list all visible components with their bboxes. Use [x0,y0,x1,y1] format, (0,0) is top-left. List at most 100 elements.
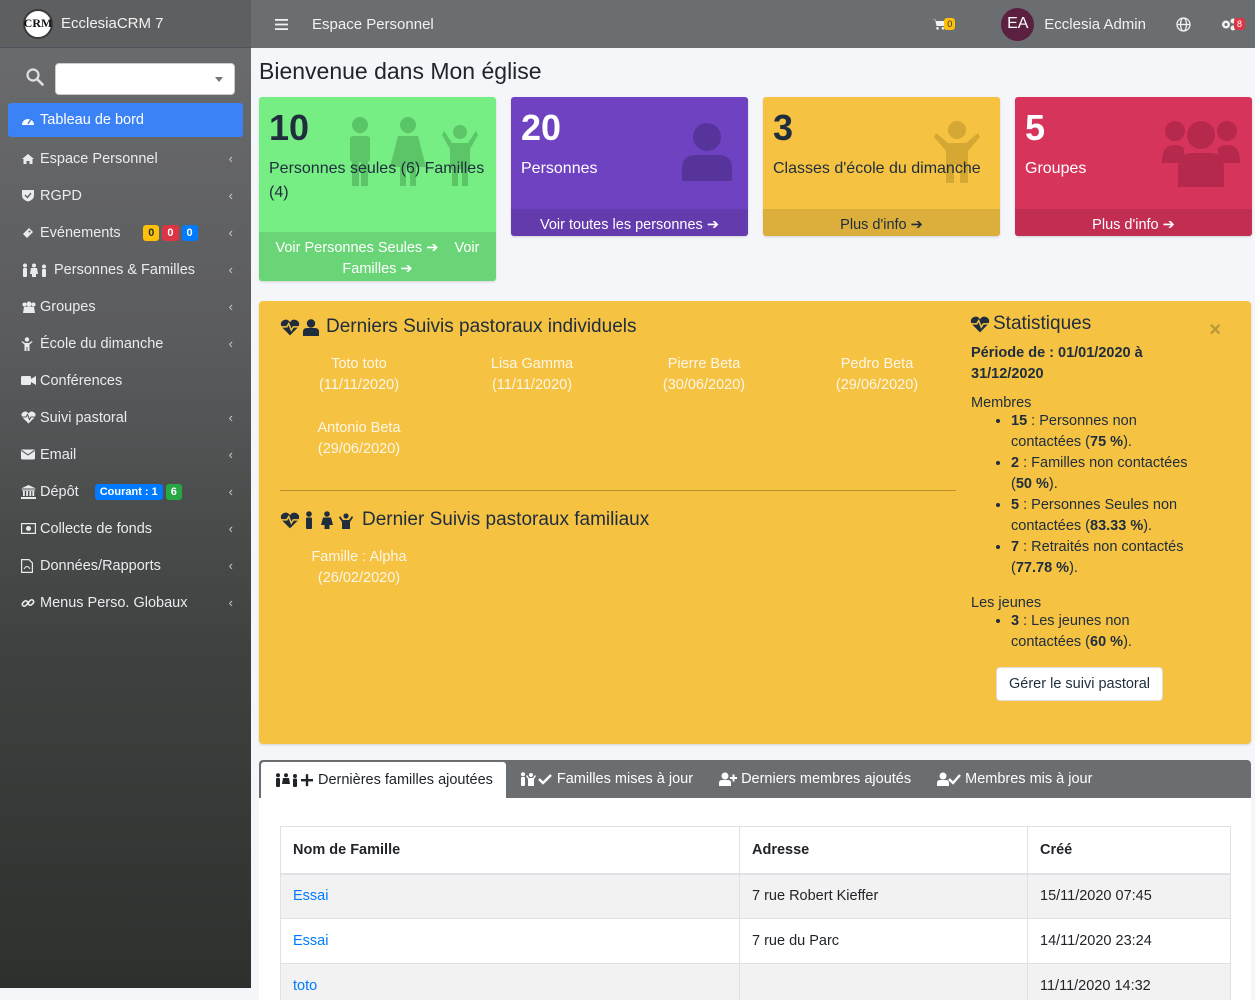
divider [280,490,956,491]
recent-records-card: Dernières familles ajoutées Familles mis… [259,760,1251,1000]
heartbeat-icon [280,512,303,529]
sidebar-nav: Tableau de bord Espace Personnel ‹ RGPD … [0,103,251,621]
brand[interactable]: CRM EcclesiaCRM 7 [0,0,251,48]
column-header[interactable]: Nom de Famille [281,827,740,874]
user-plus-icon [719,772,741,786]
sunday-school-more-link[interactable]: Plus d'info ➔ [763,209,1000,236]
chevron-down-icon [215,77,223,82]
family-icon [21,263,51,277]
deposit-badges: Courant : 1 6 [95,484,201,500]
ticket-icon [21,226,37,240]
individual-followups-title: Derniers Suivis pastoraux individuels [280,316,636,338]
settings-button[interactable]: 8 [1221,18,1245,31]
shield-icon [21,189,37,202]
stat-item: 5 : Personnes Seules non contactées (83.… [1011,495,1201,537]
dashboard-icon [21,114,37,126]
tab-latest-members[interactable]: Derniers membres ajoutés [706,760,924,798]
members-stats-list: 15 : Personnes non contactées (75 %). 2 … [971,411,1241,579]
sidebar-item-groups[interactable]: Groupes ‹ [0,288,251,325]
statistics-period: Période de : 01/01/2020 à 31/12/2020 [971,343,1161,385]
tab-latest-families[interactable]: Dernières familles ajoutées [261,762,506,798]
stat-text: Personnes seules (6) Familles (4) [269,157,486,205]
heartbeat-icon [280,319,303,336]
chevron-left-icon: ‹ [229,410,233,425]
child-icon [21,337,37,351]
groups-more-link[interactable]: Plus d'info ➔ [1015,209,1252,236]
table-row: toto 11/11/2020 14:32 [281,964,1231,1000]
family-icon [303,511,358,529]
table-header-row: Nom de Famille Adresse Créé [281,827,1231,874]
cart-button[interactable]: 0 [932,18,955,30]
heartbeat-icon [970,316,993,333]
chevron-left-icon: ‹ [229,521,233,536]
events-badge-primary: 0 [182,225,198,241]
manage-pastoral-care-button[interactable]: Gérer le suivi pastoral [996,667,1163,701]
brand-name: EcclesiaCRM 7 [61,15,164,32]
youth-stats-list: 3 : Les jeunes non contactées (60 %). [971,611,1241,653]
sidebar-item-fundraising[interactable]: Collecte de fonds ‹ [0,510,251,547]
family-link[interactable]: Essai [293,933,328,949]
envelope-icon [21,449,37,460]
sidebar-item-deposit[interactable]: Dépôt Courant : 1 6 ‹ [0,473,251,510]
sidebar-item-personal-space[interactable]: Espace Personnel ‹ [0,140,251,177]
sidebar-item-events[interactable]: Evénements 0 0 0 ‹ [0,214,251,251]
created-cell: 15/11/2020 07:45 [1028,874,1231,919]
globe-icon[interactable] [1176,17,1191,32]
events-badge-danger: 0 [162,225,178,241]
events-badges: 0 0 0 [143,225,200,241]
chevron-left-icon: ‹ [229,151,233,166]
statistics-panel: × Statistiques Période de : 01/01/2020 à… [971,313,1241,701]
navbar-title[interactable]: Espace Personnel [312,16,434,33]
tab-updated-members[interactable]: Membres mis à jour [924,760,1105,798]
page-title: Bienvenue dans Mon église [259,58,542,85]
deposit-badge-count: 6 [166,484,182,500]
chevron-left-icon: ‹ [229,225,233,240]
heartbeat-icon [21,411,37,424]
sidebar-item-rgpd[interactable]: RGPD ‹ [0,177,251,214]
tab-updated-families[interactable]: Familles mises à jour [506,760,706,798]
sidebar-item-custom-menus[interactable]: Menus Perso. Globaux ‹ [0,584,251,621]
sidebar-item-conferences[interactable]: Conférences [0,362,251,399]
view-singles-link[interactable]: Voir Personnes Seules ➔ [275,240,438,256]
stat-item: 7 : Retraités non contactés (77.78 %). [1011,537,1201,579]
sidebar-item-people-families[interactable]: Personnes & Familles ‹ [0,251,251,288]
stat-text: Classes d'école du dimanche [773,157,990,181]
settings-count-badge: 8 [1234,18,1245,30]
column-header[interactable]: Adresse [740,827,1028,874]
sidebar-item-pastoral-care[interactable]: Suivi pastoral ‹ [0,399,251,436]
stat-text: Groupes [1025,157,1242,181]
stat-box-sunday-school: 3 Classes d'école du dimanche Plus d'inf… [763,97,1000,236]
individual-followup-entry[interactable]: Toto toto (11/11/2020) [279,354,439,396]
stat-box-persons-families: 10 Personnes seules (6) Familles (4) Voi… [259,97,496,281]
sidebar-item-email[interactable]: Email ‹ [0,436,251,473]
chevron-left-icon: ‹ [229,299,233,314]
view-all-persons-link[interactable]: Voir toutes les personnes ➔ [511,209,748,236]
individual-followup-entry[interactable]: Antonio Beta (29/06/2020) [279,418,439,460]
chevron-left-icon: ‹ [229,262,233,277]
family-link[interactable]: Essai [293,888,328,904]
sidebar-item-sunday-school[interactable]: École du dimanche ‹ [0,325,251,362]
sidebar-item-dashboard[interactable]: Tableau de bord [8,103,243,137]
sidebar-item-reports[interactable]: Données/Rapports ‹ [0,547,251,584]
created-cell: 11/11/2020 14:32 [1028,964,1231,1000]
individual-followup-entry[interactable]: Lisa Gamma (11/11/2020) [452,354,612,396]
family-followup-entry[interactable]: Famille : Alpha (26/02/2020) [279,547,439,589]
column-header[interactable]: Créé [1028,827,1231,874]
chevron-left-icon: ‹ [229,188,233,203]
individual-followup-entry[interactable]: Pedro Beta (29/06/2020) [797,354,957,396]
link-icon [21,596,37,610]
file-pdf-icon [21,559,37,573]
users-icon [21,301,37,313]
latest-families-table: Nom de Famille Adresse Créé Essai 7 rue … [280,826,1231,1000]
user-name[interactable]: Ecclesia Admin [1044,16,1146,33]
family-link[interactable]: toto [293,978,317,994]
stat-text: Personnes [521,157,738,181]
menu-toggle-icon[interactable] [275,19,288,30]
chevron-left-icon: ‹ [229,336,233,351]
user-check-icon [937,772,965,786]
stat-item: 3 : Les jeunes non contactées (60 %). [1011,611,1201,653]
avatar[interactable]: EA [1001,8,1034,41]
stat-item: 15 : Personnes non contactées (75 %). [1011,411,1201,453]
search-select[interactable] [55,63,235,95]
individual-followup-entry[interactable]: Pierre Beta (30/06/2020) [624,354,784,396]
